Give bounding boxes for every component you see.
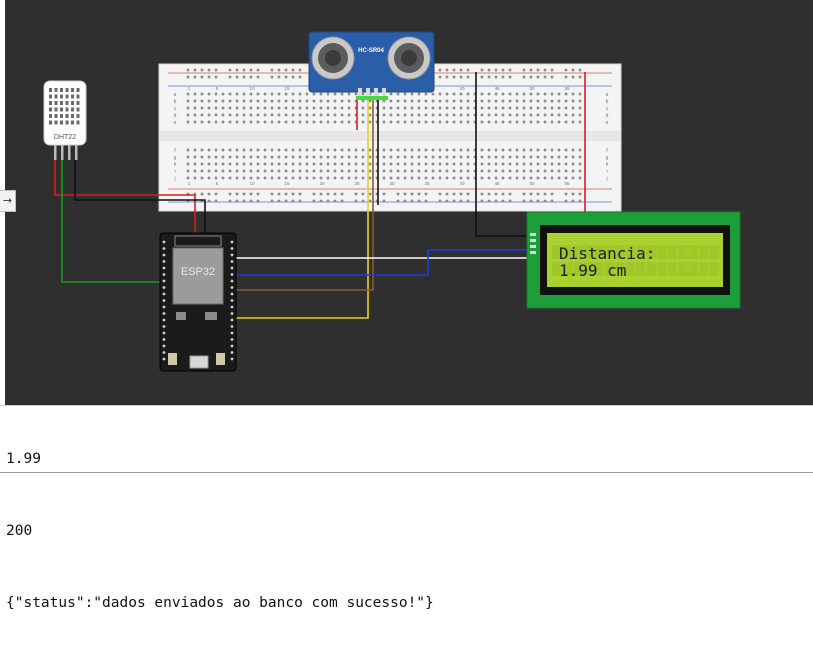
column-number: 20: [319, 181, 325, 186]
dht22-sensor[interactable]: DHT22: [43, 80, 87, 160]
column-number: 25: [354, 181, 360, 186]
console-input-divider: [0, 472, 813, 473]
lcd-display[interactable]: Distancia: 1.99 cm: [526, 211, 741, 309]
console-line: {"status":"dados enviados ao banco com s…: [6, 595, 434, 611]
column-number: 40: [459, 86, 465, 91]
row-letter: g: [606, 155, 609, 161]
row-letter: a: [174, 92, 177, 98]
row-letter: a: [606, 92, 609, 98]
column-number: 40: [459, 181, 465, 186]
row-letter: j: [605, 176, 607, 182]
column-number: 45: [494, 86, 500, 91]
row-letter: d: [174, 113, 177, 119]
column-number: 10: [249, 86, 255, 91]
console-line: 1.99: [6, 451, 41, 467]
dht22-label: DHT22: [54, 134, 76, 141]
serial-monitor-output: 1.99 200 {"status":"dados enviados ao ba…: [6, 399, 434, 663]
hc-sr04-sensor[interactable]: HC-SR04: [308, 31, 435, 100]
serial-monitor[interactable]: 1.99 200 {"status":"dados enviados ao ba…: [0, 405, 813, 611]
esp32-board[interactable]: ESP32: [159, 232, 237, 372]
circuit-diagram: 1155101015152020252530303535404045455050…: [43, 31, 741, 372]
column-number: 45: [494, 181, 500, 186]
esp32-label: ESP32: [181, 266, 215, 278]
row-letter: e: [606, 120, 609, 126]
column-number: 10: [249, 181, 255, 186]
column-number: 55: [564, 86, 570, 91]
row-letter: g: [174, 155, 177, 161]
row-letter: d: [606, 113, 609, 119]
lcd-line-2: 1.99 cm: [559, 261, 626, 280]
row-letter: b: [606, 99, 609, 105]
hc-sr04-label: HC-SR04: [358, 48, 384, 54]
row-letter: i: [606, 169, 607, 175]
column-number: 35: [424, 181, 430, 186]
row-letter: e: [174, 120, 177, 126]
row-letter: j: [173, 176, 175, 182]
column-number: 15: [284, 86, 290, 91]
boot-button[interactable]: [168, 353, 177, 365]
usb-port: [189, 355, 209, 369]
console-line: 200: [6, 523, 33, 539]
column-number: 55: [564, 181, 570, 186]
column-number: 50: [529, 181, 535, 186]
row-letter: h: [174, 162, 177, 168]
row-letter: i: [174, 169, 175, 175]
wire-blue-lcd-scl[interactable]: [230, 249, 528, 276]
column-number: 15: [284, 181, 290, 186]
reset-button[interactable]: [216, 353, 225, 365]
row-letter: b: [174, 99, 177, 105]
row-letter: h: [606, 162, 609, 168]
column-number: 30: [389, 181, 395, 186]
column-number: 50: [529, 86, 535, 91]
simulation-canvas: → 11551010151520202525303035354040454550…: [0, 0, 813, 405]
